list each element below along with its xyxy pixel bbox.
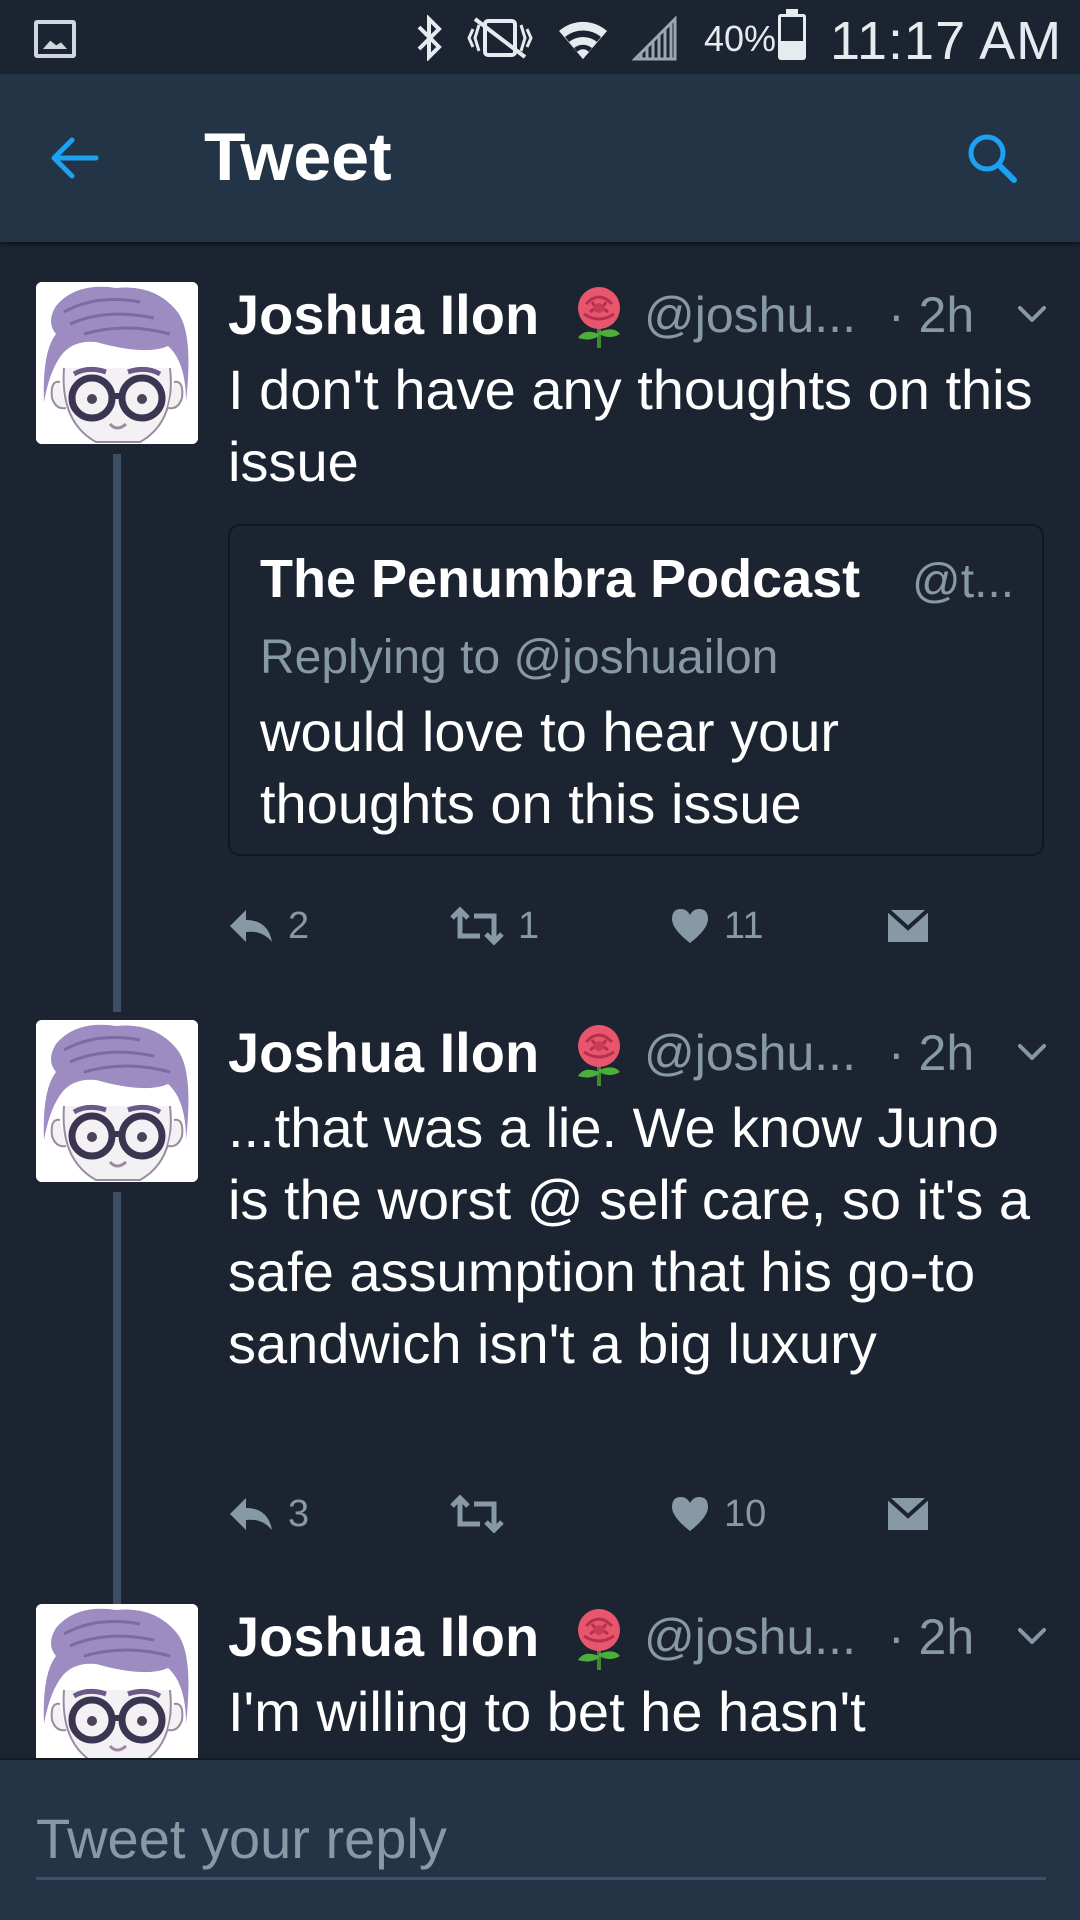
author-name[interactable]: Joshua Ilon [228,1020,539,1085]
reply-input[interactable] [36,1800,1046,1880]
tweet[interactable]: Joshua Ilon @joshu... · 2h I don't have … [0,282,1080,1020]
tweet[interactable]: Joshua Ilon @joshu... · 2h I'm willing t… [0,1604,1080,1758]
retweet-icon [450,906,504,946]
battery-percent: 40% [704,18,777,59]
signal-icon [631,15,677,61]
avatar-illustration [36,1020,198,1182]
search-icon[interactable] [964,130,1020,186]
direct-message-button[interactable] [886,1484,930,1544]
chevron-down-icon[interactable] [1012,294,1052,334]
reply-count: 3 [288,1492,310,1535]
app-header: Tweet [0,74,1080,242]
status-icons [415,12,679,64]
avatar[interactable] [36,1604,198,1758]
replying-to-label: Replying to @joshuailon [260,631,779,684]
envelope-icon [886,1496,930,1530]
bluetooth-icon [417,15,442,61]
tweet-time: · 2h [888,1025,975,1081]
page-title: Tweet [204,119,392,195]
author-handle[interactable]: @joshu... [644,1024,856,1082]
author-handle[interactable]: @joshu... [644,1608,856,1666]
reply-count: 2 [288,904,310,947]
tweet-time: · 2h [888,287,975,343]
avatar-illustration [36,1604,198,1758]
gallery-icon [34,20,76,58]
retweet-icon [450,1494,504,1534]
tweet-header: Joshua Ilon @joshu... · 2h [228,1020,1048,1090]
rose-emoji-icon [578,1609,620,1670]
battery-icon [778,9,806,60]
reply-bar [0,1758,1080,1920]
author-name[interactable]: Joshua Ilon [228,282,539,347]
like-count: 11 [724,904,764,947]
like-button[interactable]: 10 [670,1484,766,1544]
quoted-author-name: The Penumbra Podcast [260,549,861,609]
chevron-down-icon[interactable] [1012,1616,1052,1656]
reply-icon [230,910,272,942]
wifi-icon [559,21,607,59]
tweet-actions: 3 10 [228,1484,948,1544]
rose-emoji-icon [578,1025,620,1086]
tweet-header: Joshua Ilon @joshu... · 2h [228,1604,1048,1674]
avatar[interactable] [36,1020,198,1182]
thread-line [113,1192,121,1604]
rose-emoji-icon [578,287,620,348]
reply-button[interactable]: 3 [228,1484,309,1544]
tweet-text: I don't have any thoughts on this issue [228,358,1033,493]
quoted-author-handle: @t... [912,555,1015,608]
retweet-button[interactable] [450,1484,518,1544]
tweet-time: · 2h [888,1609,975,1665]
like-button[interactable]: 11 [670,896,763,956]
avatar[interactable] [36,282,198,444]
tweet-header: Joshua Ilon @joshu... · 2h [228,282,1048,352]
vibrate-off-icon [467,17,533,59]
retweet-button[interactable]: 1 [450,896,539,956]
arrow-left-icon[interactable] [46,130,102,186]
quoted-tweet[interactable]: The Penumbra Podcast @t... Replying to @… [228,524,1044,856]
heart-icon [672,909,708,943]
like-count: 10 [724,1492,767,1535]
tweet-text: ...that was a lie. We know Juno is the w… [228,1096,1031,1375]
retweet-count: 1 [518,904,540,947]
reply-icon [230,1498,272,1530]
direct-message-button[interactable] [886,896,930,956]
avatar-illustration [36,282,198,444]
chevron-down-icon[interactable] [1012,1032,1052,1072]
envelope-icon [886,908,930,942]
heart-icon [672,1497,708,1531]
tweet-actions: 2 1 11 [228,896,948,956]
tweet-text: I'm willing to bet he hasn't [228,1680,866,1743]
tweet[interactable]: Joshua Ilon @joshu... · 2h ...that was a… [0,1020,1080,1604]
reply-button[interactable]: 2 [228,896,309,956]
author-name[interactable]: Joshua Ilon [228,1604,539,1669]
clock: 11:17 AM [830,11,1063,71]
thread-line [113,454,121,1012]
quoted-tweet-text: would love to hear your thoughts on this… [260,700,840,835]
status-bar: 40% 11:17 AM [0,0,1080,74]
author-handle[interactable]: @joshu... [644,286,856,344]
